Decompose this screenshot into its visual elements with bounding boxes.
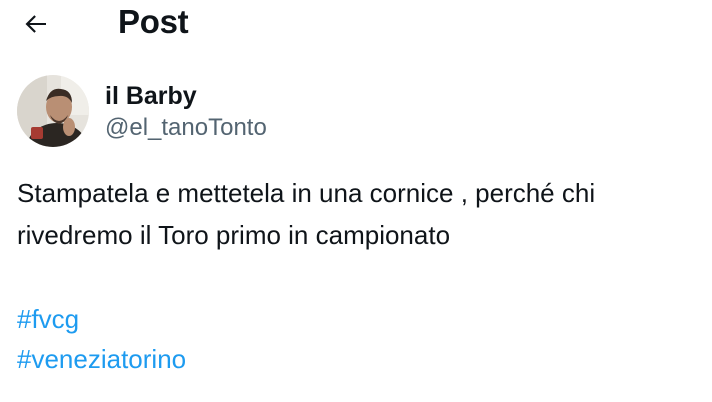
author-display-name[interactable]: il Barby	[105, 79, 267, 113]
author-handle[interactable]: @el_tanoTonto	[105, 113, 267, 143]
author-names: il Barby @el_tanoTonto	[105, 79, 267, 143]
hashtag-link[interactable]: #veneziatorino	[17, 338, 712, 378]
post-header: Post	[0, 0, 712, 50]
line-break	[17, 256, 712, 298]
arrow-left-icon	[25, 15, 46, 33]
avatar[interactable]	[17, 75, 89, 147]
post-text-line: Stampatela e mettetela in una cornice , …	[17, 178, 596, 208]
back-button[interactable]	[16, 6, 56, 42]
post-author: il Barby @el_tanoTonto	[17, 74, 267, 148]
post-text-line: rivedremo il Toro primo in campionato	[17, 220, 451, 250]
profile-photo	[17, 75, 89, 147]
post-text: Stampatela e mettetela in una cornice , …	[17, 172, 712, 378]
page-title: Post	[118, 3, 189, 40]
hashtag-link[interactable]: #fvcg	[17, 298, 712, 338]
